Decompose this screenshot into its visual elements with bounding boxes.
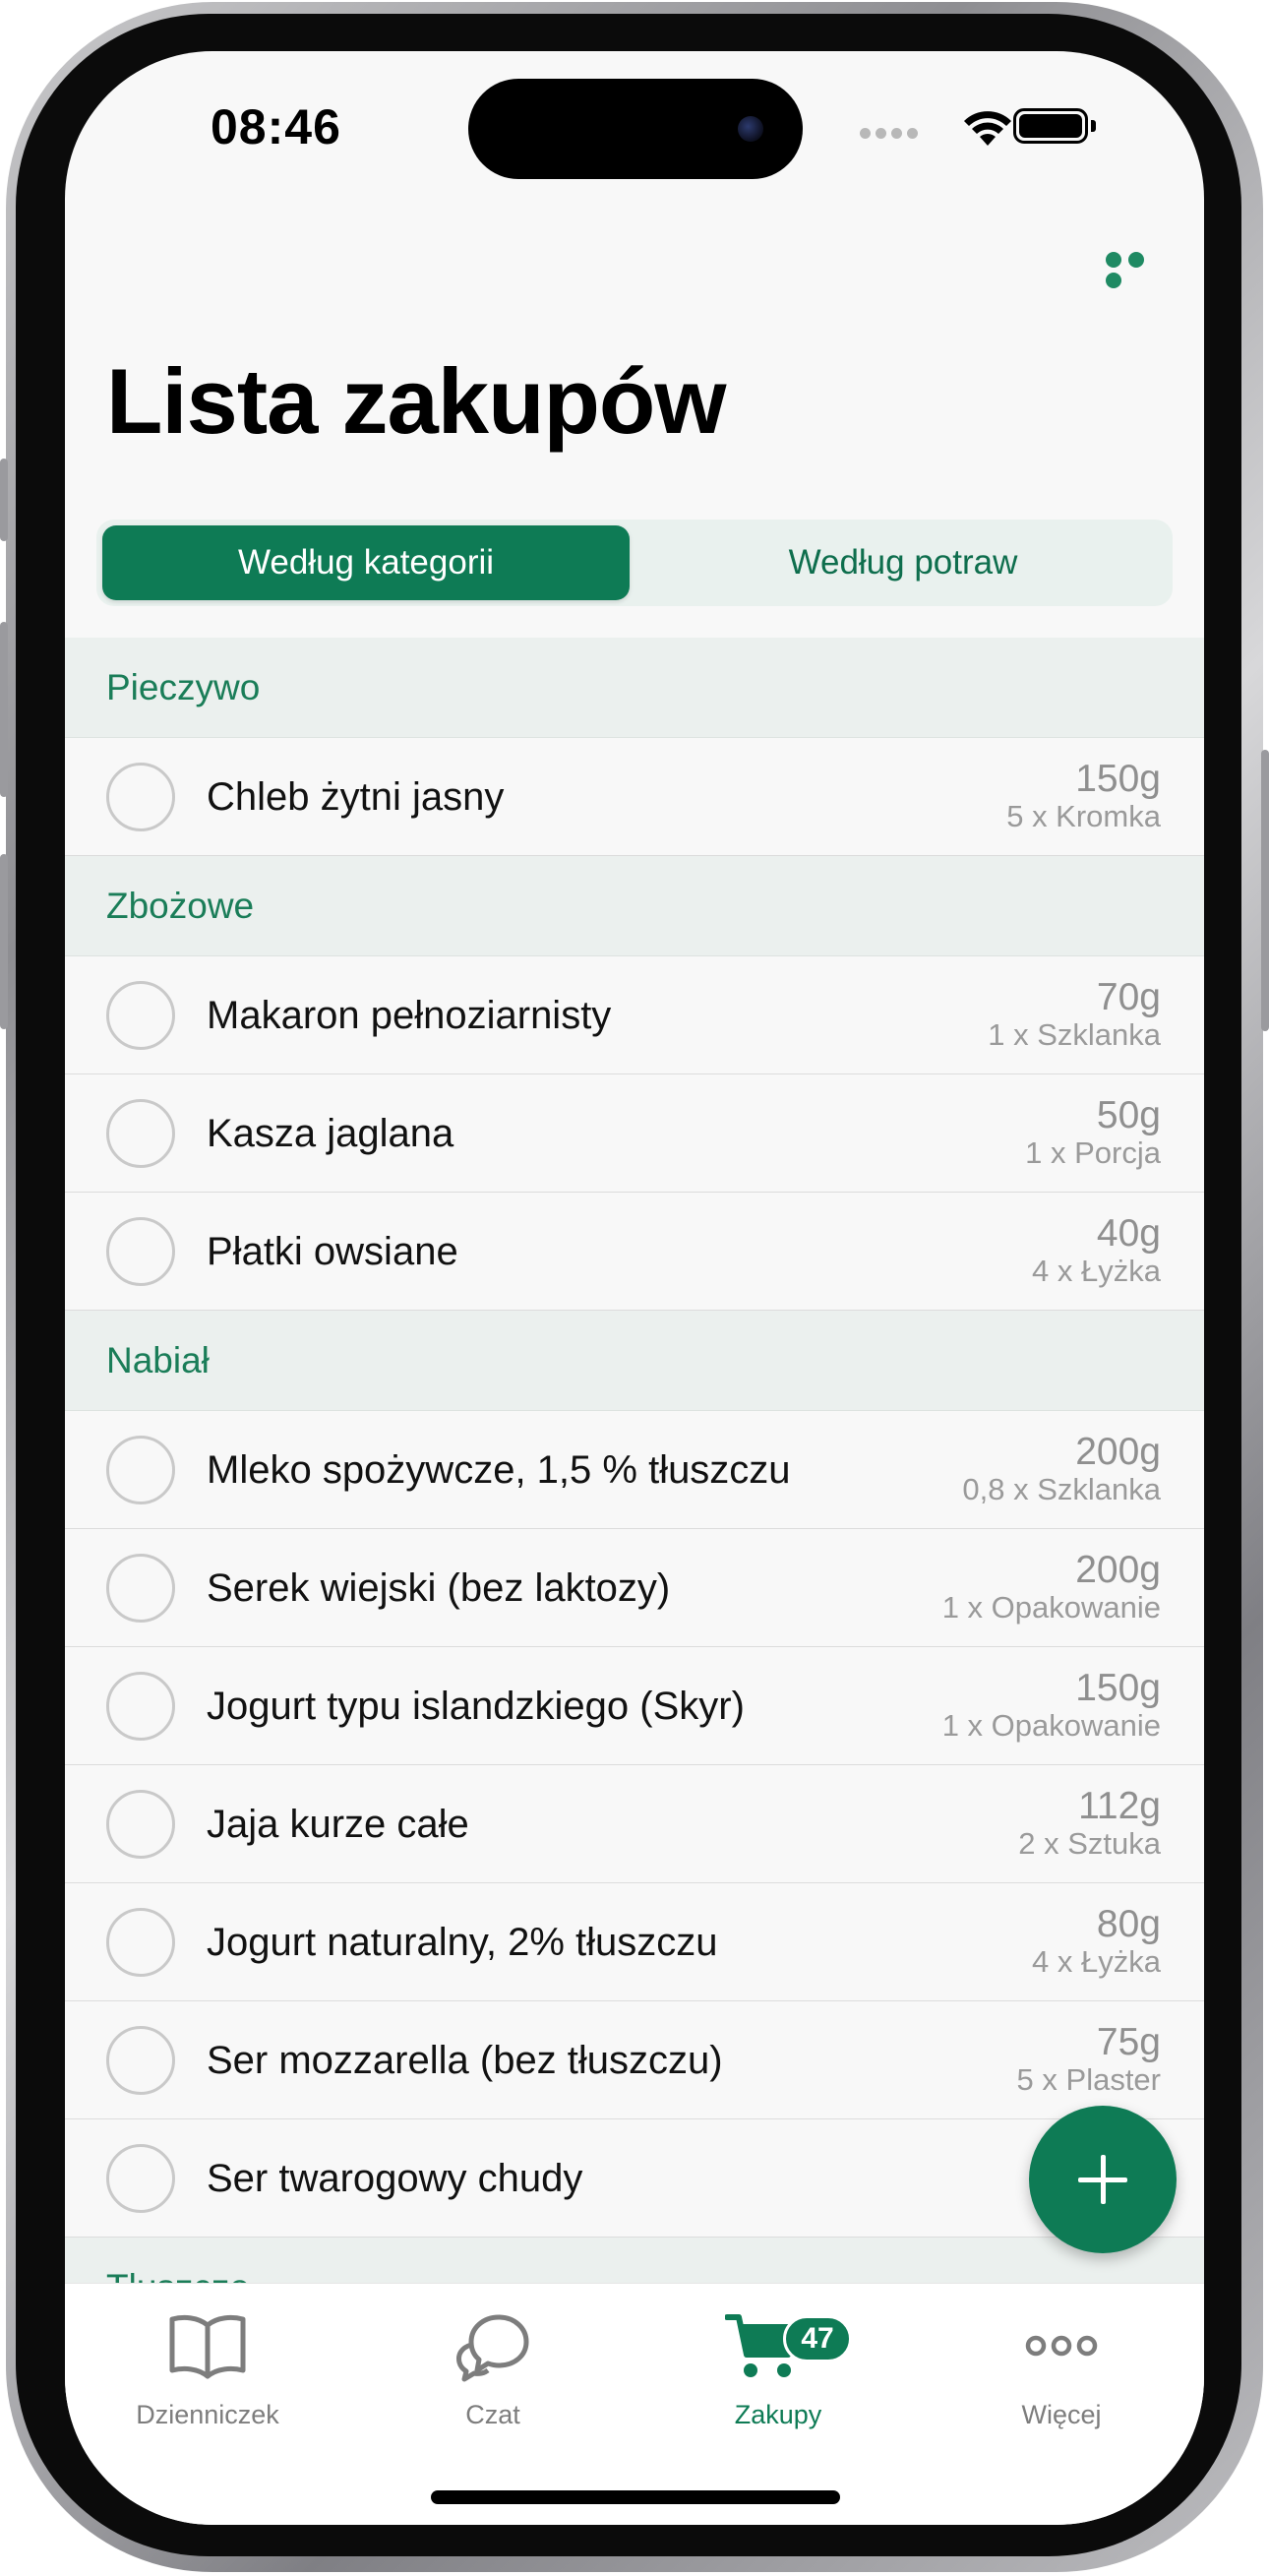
list-item[interactable]: Mleko spożywcze, 1,5 % tłuszczu 200g 0,8 x… <box>65 1411 1204 1529</box>
item-unit: 5 x Kromka <box>1006 799 1161 833</box>
item-unit: 4 x Łyżka <box>1032 1944 1161 1979</box>
tab-dzienniczek[interactable]: Dzienniczek <box>65 2284 350 2451</box>
item-quantity: 150g <box>1075 758 1161 800</box>
cart-count-badge: 47 <box>783 2315 852 2362</box>
item-quantity: 112g <box>1078 1785 1161 1827</box>
tab-zakupy[interactable]: 47 Zakupy <box>635 2284 921 2451</box>
battery-icon <box>1013 108 1088 144</box>
item-checkbox[interactable] <box>106 1554 175 1623</box>
item-name: Płatki owsiane <box>207 1230 458 1273</box>
add-item-button[interactable] <box>1029 2106 1177 2253</box>
home-indicator <box>431 2490 840 2504</box>
list-item[interactable]: Chleb żytni jasny 150g 5 x Kromka <box>65 738 1204 856</box>
page-title: Lista zakupów <box>106 349 726 453</box>
tab-bar: Dzienniczek Czat 47 Zakupy Więcej <box>65 2283 1204 2525</box>
item-checkbox[interactable] <box>106 763 175 831</box>
section-header: Zbożowe <box>65 856 1204 956</box>
item-unit: 1 x Porcja <box>1025 1135 1161 1170</box>
shopping-list: Pieczywo Chleb żytni jasny 150g 5 x Kromka Z… <box>65 638 1204 2338</box>
item-name: Jogurt naturalny, 2% tłuszczu <box>207 1921 718 1964</box>
screen: 08:46 Lista zakupów Według kategorii Wed… <box>65 51 1204 2525</box>
item-checkbox[interactable] <box>106 1908 175 1977</box>
item-quantity: 200g <box>1075 1549 1161 1591</box>
list-item[interactable]: Kasza jaglana 50g 1 x Porcja <box>65 1074 1204 1193</box>
item-name: Serek wiejski (bez laktozy) <box>207 1566 671 1610</box>
item-quantity: 200g <box>1075 1431 1161 1473</box>
volume-down-button <box>0 854 8 1029</box>
item-checkbox[interactable] <box>106 1436 175 1504</box>
item-unit: 1 x Szklanka <box>988 1017 1161 1052</box>
power-button <box>1261 750 1269 1031</box>
item-name: Mleko spożywcze, 1,5 % tłuszczu <box>207 1448 791 1492</box>
tab-label: Dzienniczek <box>136 2400 279 2429</box>
tab-label: Zakupy <box>734 2400 822 2429</box>
more-horizontal-icon <box>1025 2335 1098 2357</box>
item-checkbox[interactable] <box>106 1672 175 1741</box>
wifi-icon <box>964 111 1011 146</box>
item-quantity: 40g <box>1096 1212 1161 1255</box>
item-name: Jaja kurze całe <box>207 1803 469 1846</box>
list-item[interactable]: Makaron pełnoziarnisty 70g 1 x Szklanka <box>65 956 1204 1074</box>
item-quantity: 50g <box>1096 1094 1161 1136</box>
tab-label: Czat <box>465 2400 520 2429</box>
item-unit: 1 x Opakowanie <box>941 1708 1161 1743</box>
item-name: Chleb żytni jasny <box>207 775 505 819</box>
cellular-signal-icon <box>860 126 923 144</box>
item-checkbox[interactable] <box>106 981 175 1050</box>
item-checkbox[interactable] <box>106 1217 175 1286</box>
item-checkbox[interactable] <box>106 1099 175 1168</box>
front-camera-icon <box>738 116 763 142</box>
volume-up-button <box>0 622 8 797</box>
chat-icon <box>456 2314 529 2382</box>
view-mode-segmented-control: Według kategorii Według potraw <box>96 520 1173 606</box>
list-item[interactable]: Ser mozzarella (bez tłuszczu) 75g 5 x Plas… <box>65 2001 1204 2119</box>
item-unit: 0,8 x Szklanka <box>962 1472 1161 1506</box>
item-name: Kasza jaglana <box>207 1112 454 1155</box>
item-quantity: 75g <box>1096 2021 1161 2063</box>
section-header: Pieczywo <box>65 638 1204 738</box>
tab-czat[interactable]: Czat <box>350 2284 635 2451</box>
list-item[interactable]: Jogurt typu islandzkiego (Skyr) 150g 1 x O… <box>65 1647 1204 1765</box>
dynamic-island <box>468 79 803 179</box>
tab-by-category[interactable]: Według kategorii <box>102 525 630 600</box>
item-unit: 2 x Sztuka <box>1018 1826 1161 1861</box>
battery-tip <box>1091 120 1096 132</box>
item-name: Ser twarogowy chudy <box>207 2157 583 2200</box>
item-name: Makaron pełnoziarnisty <box>207 994 612 1037</box>
item-name: Jogurt typu islandzkiego (Skyr) <box>207 1685 745 1728</box>
list-item[interactable]: Płatki owsiane 40g 4 x Łyżka <box>65 1193 1204 1311</box>
item-unit: 1 x Opakowanie <box>941 1590 1161 1625</box>
item-name: Ser mozzarella (bez tłuszczu) <box>207 2039 723 2082</box>
item-unit: 5 x Plaster <box>1016 2062 1161 2097</box>
list-item[interactable]: Serek wiejski (bez laktozy) 200g 1 x Opako… <box>65 1529 1204 1647</box>
section-header: Nabiał <box>65 1311 1204 1411</box>
item-checkbox[interactable] <box>106 2144 175 2213</box>
item-quantity: 80g <box>1096 1903 1161 1945</box>
list-item[interactable]: Jaja kurze całe 112g 2 x Sztuka <box>65 1765 1204 1883</box>
item-checkbox[interactable] <box>106 2026 175 2095</box>
status-icons <box>860 106 1106 146</box>
item-quantity: 70g <box>1096 976 1161 1018</box>
book-icon <box>169 2314 246 2379</box>
list-item[interactable]: Jogurt naturalny, 2% tłuszczu 80g 4 x Łyżk… <box>65 1883 1204 2001</box>
item-unit: 4 x Łyżka <box>1032 1254 1161 1288</box>
tab-by-dish[interactable]: Według potraw <box>639 525 1167 600</box>
status-time: 08:46 <box>211 99 341 154</box>
item-checkbox[interactable] <box>106 1790 175 1859</box>
action-button <box>0 459 8 541</box>
more-options-icon[interactable] <box>1106 252 1171 288</box>
item-quantity: 150g <box>1075 1667 1161 1709</box>
tab-wiecej[interactable]: Więcej <box>919 2284 1204 2451</box>
tab-label: Więcej <box>1021 2400 1102 2429</box>
